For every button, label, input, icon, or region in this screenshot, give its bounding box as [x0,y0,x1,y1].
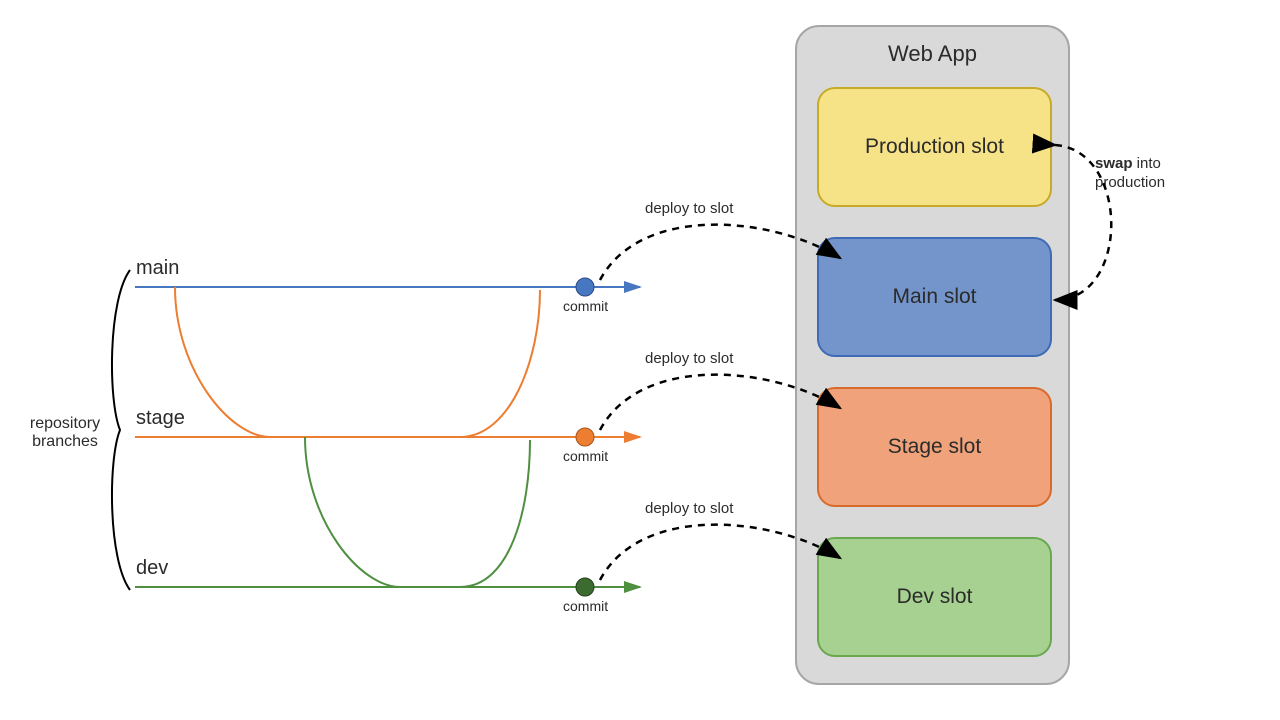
swap-arrow [1055,145,1111,300]
deploy-arrow-stage [600,375,840,430]
diagram-stage: Web App Production slot Main slot Stage … [0,0,1280,720]
merge-dev-stage-up [460,440,530,587]
merge-stage-main-up [460,290,540,437]
merge-stage-main-down [175,287,270,437]
bracket-icon [112,270,130,590]
commit-dot-dev [576,578,594,596]
deploy-arrow-main [600,225,840,280]
commit-dot-stage [576,428,594,446]
deploy-arrow-dev [600,525,840,580]
merge-dev-stage-down [305,437,400,587]
diagram-svg [0,0,1280,720]
commit-dot-main [576,278,594,296]
